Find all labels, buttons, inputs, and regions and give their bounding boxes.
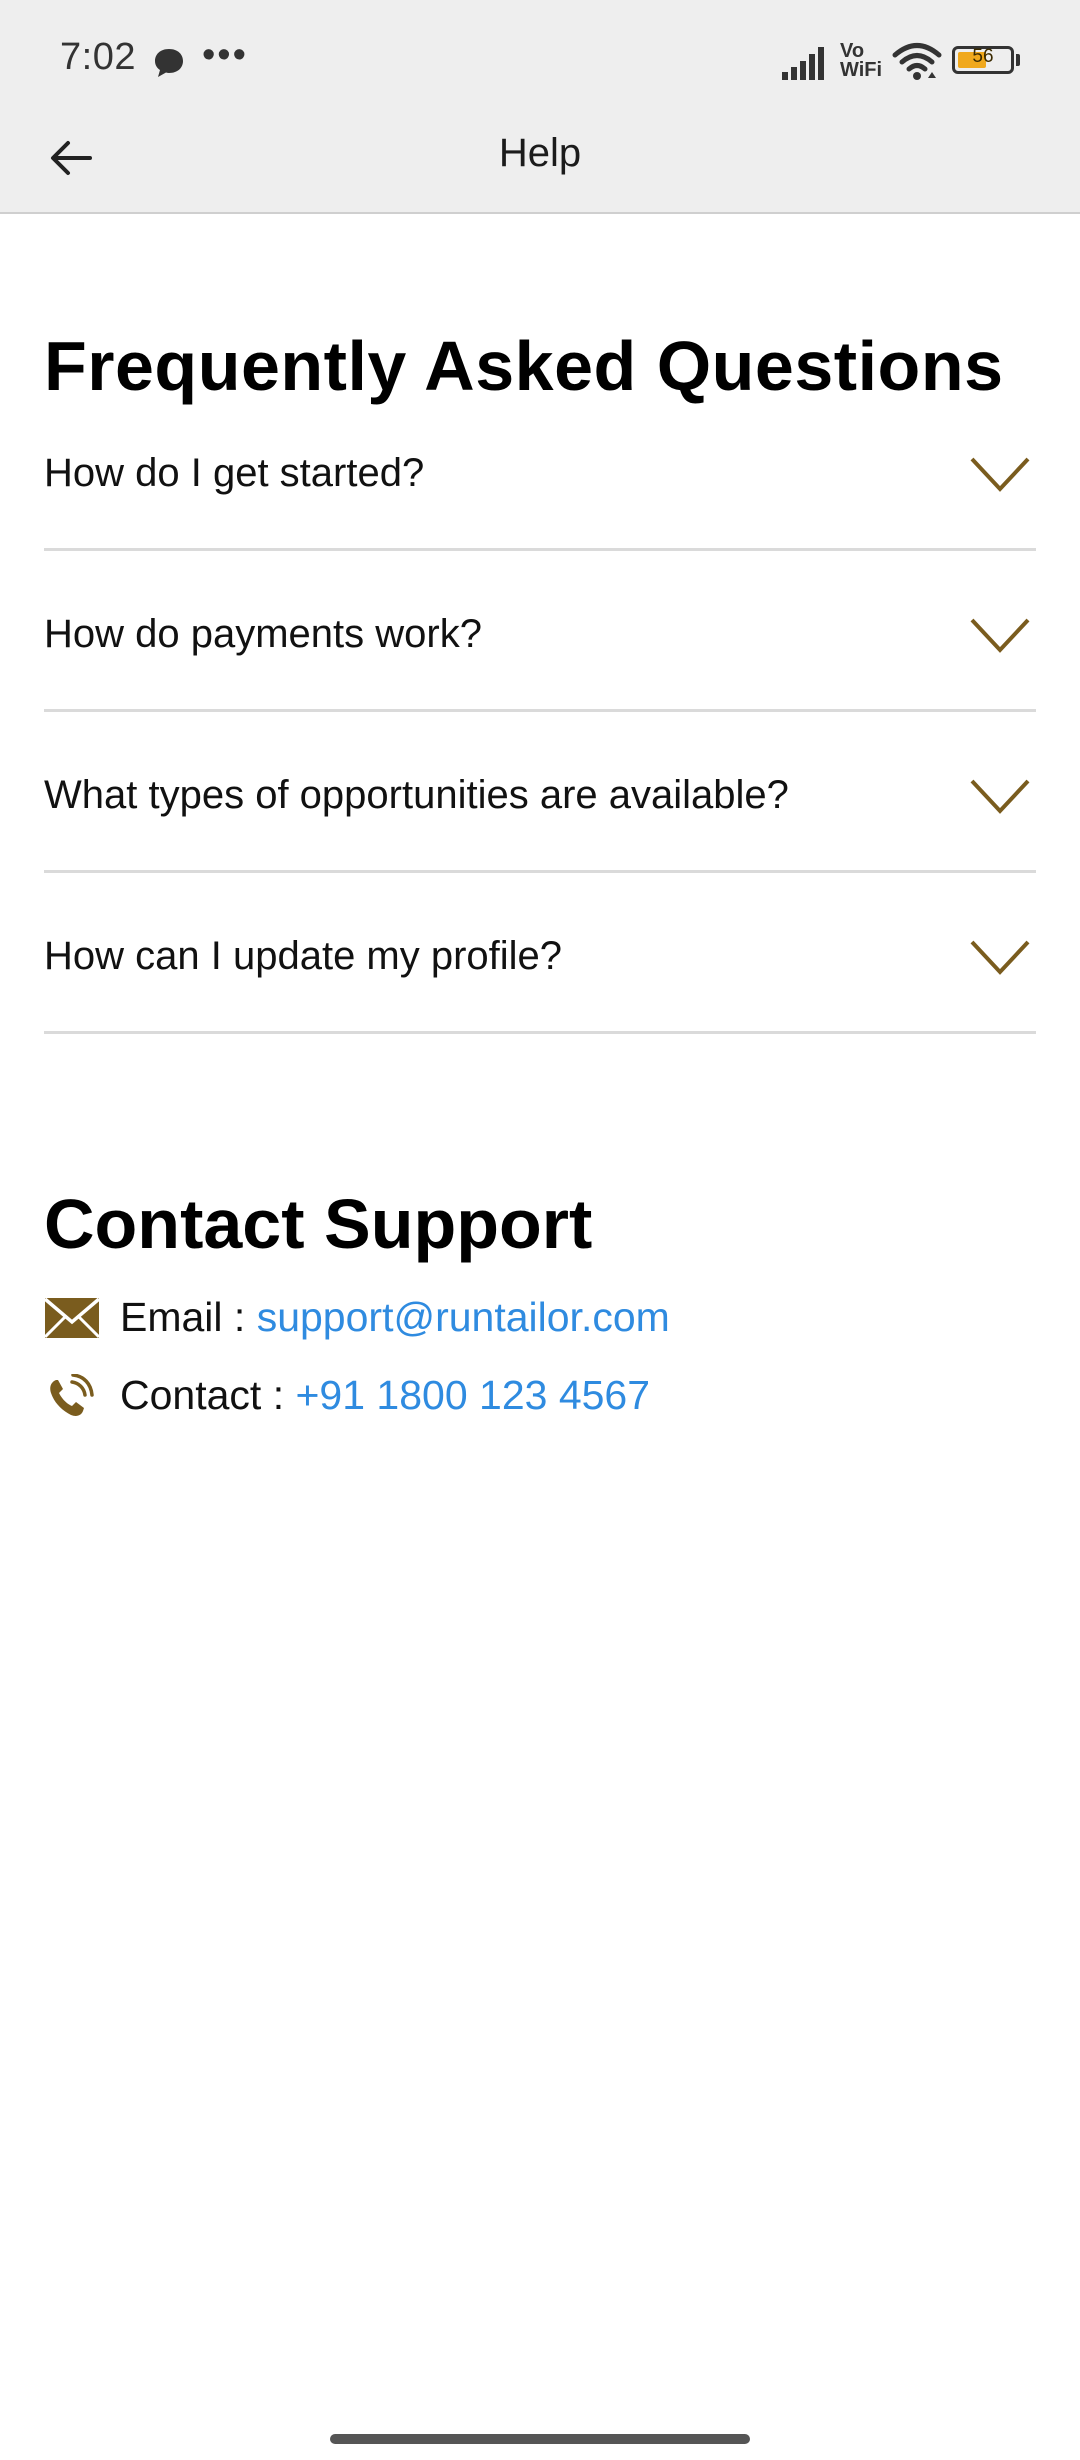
chevron-down-icon[interactable] [970, 617, 1030, 653]
phone-row: Contact : +91 1800 123 4567 [44, 1370, 1044, 1426]
wifi-icon [892, 43, 942, 80]
faq-question: How do I get started? [44, 451, 425, 495]
status-time: 7:02 [60, 36, 136, 78]
faq-question: How can I update my profile? [44, 934, 563, 978]
phone-label: Contact : [120, 1372, 296, 1418]
page-title: Help [498, 131, 582, 175]
vowifi-indicator: Vo WiFi [840, 40, 883, 81]
battery-level: 56 [972, 46, 994, 67]
top-bar: 7:02 ••• Vo WiFi 56 Help [0, 0, 1080, 214]
chevron-down-icon[interactable] [970, 778, 1030, 814]
contact-support-heading: Contact Support [44, 1185, 593, 1263]
email-row: Email : support@runtailor.com [44, 1292, 1044, 1348]
email-text: Email : support@runtailor.com [120, 1294, 670, 1341]
help-screen: 7:02 ••• Vo WiFi 56 Help Frequently Aske… [0, 0, 1080, 2460]
faq-item[interactable]: How do payments work? [44, 551, 1036, 712]
envelope-icon [44, 1297, 100, 1339]
more-notifications-icon: ••• [202, 34, 248, 76]
faq-question: What types of opportunities are availabl… [44, 773, 789, 817]
home-indicator[interactable] [330, 2434, 750, 2444]
battery-cap [1016, 54, 1020, 66]
faq-item[interactable]: What types of opportunities are availabl… [44, 712, 1036, 873]
faq-list: How do I get started? How do payments wo… [44, 404, 1036, 1034]
faq-item[interactable]: How do I get started? [44, 404, 1036, 551]
chevron-down-icon[interactable] [970, 456, 1030, 492]
chat-bubble-icon [155, 49, 183, 77]
phone-text: Contact : +91 1800 123 4567 [120, 1372, 650, 1419]
signal-icon [782, 47, 824, 80]
phone-link[interactable]: +91 1800 123 4567 [295, 1372, 650, 1418]
faq-question: How do payments work? [44, 612, 482, 656]
phone-icon [50, 1374, 94, 1416]
email-label: Email : [120, 1294, 257, 1340]
email-link[interactable]: support@runtailor.com [257, 1294, 670, 1340]
battery-icon: 56 [952, 46, 1014, 74]
faq-item[interactable]: How can I update my profile? [44, 873, 1036, 1034]
chevron-down-icon[interactable] [970, 939, 1030, 975]
status-icons: Vo WiFi 56 [782, 40, 1022, 84]
faq-heading: Frequently Asked Questions [44, 327, 1004, 405]
